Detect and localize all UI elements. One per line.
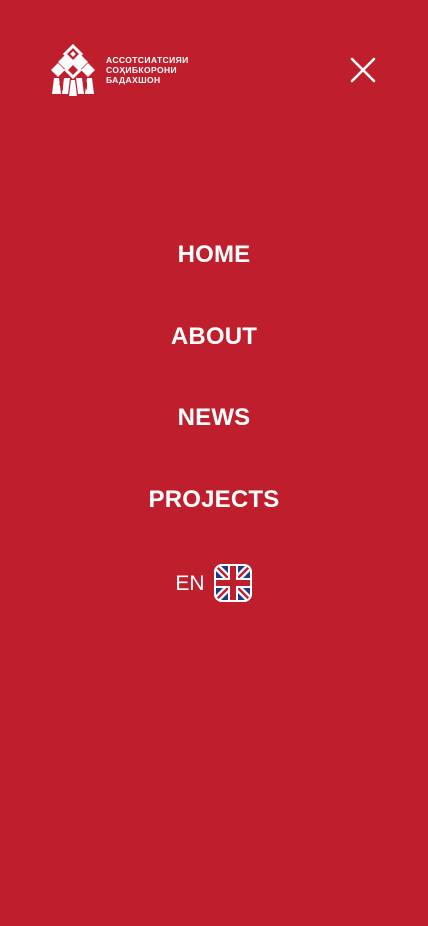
menu-item-about[interactable]: ABOUT xyxy=(171,310,257,392)
brand-name: АССОТСИАТСИЯИ СОҲИБКОРОНИ БАДАХШОН xyxy=(106,55,189,85)
menu-item-projects[interactable]: PROJECTS xyxy=(149,473,280,555)
brand-name-line-1: АССОТСИАТСИЯИ xyxy=(106,55,189,65)
main-menu: HOME ABOUT NEWS PROJECTS xyxy=(0,228,428,554)
brand-name-line-2: СОҲИБКОРОНИ xyxy=(106,65,178,75)
language-code: EN xyxy=(175,572,205,595)
brand-name-line-3: БАДАХШОН xyxy=(106,75,161,85)
uk-flag-icon xyxy=(213,564,252,602)
brand-logo-link[interactable]: АССОТСИАТСИЯИ СОҲИБКОРОНИ БАДАХШОН xyxy=(50,44,189,96)
language-switcher[interactable]: EN xyxy=(0,563,428,603)
close-icon[interactable] xyxy=(348,55,378,85)
menu-item-news[interactable]: NEWS xyxy=(178,391,251,473)
brand-logo-icon xyxy=(51,44,95,96)
header: АССОТСИАТСИЯИ СОҲИБКОРОНИ БАДАХШОН xyxy=(0,0,428,140)
menu-item-home[interactable]: HOME xyxy=(178,228,251,310)
